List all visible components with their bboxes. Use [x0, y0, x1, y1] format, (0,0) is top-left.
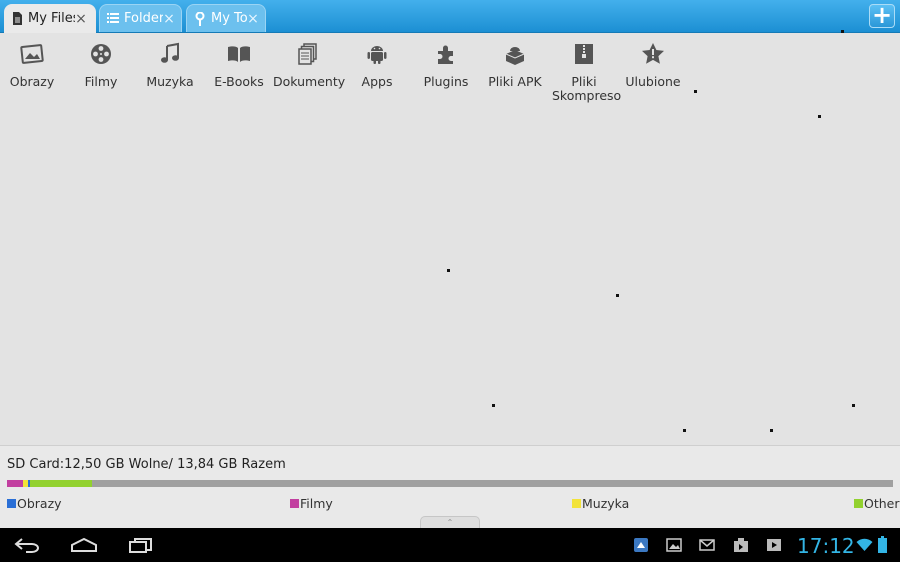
book-icon: [204, 33, 274, 75]
screen-speck: [770, 429, 773, 432]
category-apps[interactable]: Apps: [342, 33, 412, 89]
back-arrow-icon: [14, 538, 39, 553]
category-muzyka[interactable]: Muzyka: [135, 33, 205, 89]
tab-label: Folders: [124, 11, 163, 26]
battery-icon: [878, 536, 887, 557]
category-label: E-Books: [214, 74, 264, 89]
screen-speck: [818, 115, 821, 118]
category-label: Ulubione: [625, 74, 681, 89]
mail-icon[interactable]: [698, 536, 716, 554]
category-label: Plugins: [423, 74, 469, 89]
legend-label: Other: [864, 496, 900, 511]
category-ulubione[interactable]: Ulubione: [618, 33, 688, 89]
music-note-icon: [135, 33, 205, 75]
category-dokumenty[interactable]: Dokumenty: [273, 33, 346, 89]
screen-speck: [841, 30, 844, 33]
close-icon[interactable]: ×: [75, 12, 87, 26]
tab-bar: My Files × Folders × My Tools × +: [0, 0, 900, 33]
category-pliki-apk[interactable]: Pliki APK: [480, 33, 550, 89]
archive-icon: [549, 33, 619, 75]
legend-label: Filmy: [300, 496, 333, 511]
screen-speck: [492, 404, 495, 407]
tab-label: My Files: [28, 11, 75, 26]
home-button[interactable]: [64, 533, 104, 557]
document-icon: [10, 12, 24, 26]
category-ebooks[interactable]: E-Books: [204, 33, 274, 89]
screen-speck: [852, 404, 855, 407]
system-bar: 17:12: [0, 528, 900, 562]
puzzle-icon: [411, 33, 481, 75]
list-icon: [106, 12, 120, 26]
category-label: Pliki APK: [488, 74, 542, 89]
home-icon: [71, 537, 97, 552]
download-icon[interactable]: [732, 536, 750, 554]
wrench-icon: [193, 11, 207, 26]
close-icon[interactable]: ×: [247, 12, 259, 26]
category-row: Obrazy Filmy Muzyka E-Books Dokumenty Ap…: [0, 33, 900, 113]
legend-swatch: [854, 499, 863, 508]
tab-my-files[interactable]: My Files ×: [4, 4, 96, 33]
tab-my-tools[interactable]: My Tools ×: [186, 4, 266, 32]
screenshot-notification-icon[interactable]: [665, 536, 683, 554]
film-reel-icon: [66, 33, 136, 75]
category-plugins[interactable]: Plugins: [411, 33, 481, 89]
legend-filmy: Filmy: [290, 496, 333, 511]
storage-summary: SD Card:12,50 GB Wolne/ 13,84 GB Razem: [7, 457, 286, 472]
storage-panel: SD Card:12,50 GB Wolne/ 13,84 GB Razem O…: [0, 445, 900, 529]
screen-speck: [447, 269, 450, 272]
tab-label: My Tools: [211, 11, 247, 26]
category-label: Filmy: [84, 74, 118, 89]
clock[interactable]: 17:12: [797, 534, 855, 558]
close-icon[interactable]: ×: [163, 12, 175, 26]
legend-swatch: [290, 499, 299, 508]
category-pliki-skompreso[interactable]: Pliki Skompreso: [549, 33, 622, 103]
legend-swatch: [7, 499, 16, 508]
usage-segment-other: [30, 480, 92, 487]
recent-apps-button[interactable]: [120, 533, 160, 557]
legend-muzyka: Muzyka: [572, 496, 629, 511]
screen-speck: [683, 429, 686, 432]
picture-icon: [0, 33, 67, 75]
screen-speck: [694, 90, 697, 93]
tab-folders[interactable]: Folders ×: [99, 4, 182, 32]
back-button[interactable]: [8, 533, 48, 557]
legend-other: Other: [854, 496, 900, 511]
usage-segment-filmy: [7, 480, 23, 487]
category-label: Dokumenty: [273, 74, 346, 89]
usage-segment-muzyka: [23, 480, 28, 487]
category-label: Pliki Skompreso: [552, 74, 622, 103]
category-filmy[interactable]: Filmy: [66, 33, 136, 89]
star-icon: [618, 33, 688, 75]
legend-obrazy: Obrazy: [7, 496, 62, 511]
category-label: Apps: [361, 74, 393, 89]
android-icon: [342, 33, 412, 75]
category-obrazy[interactable]: Obrazy: [0, 33, 67, 89]
legend-label: Muzyka: [582, 496, 630, 511]
media-icon[interactable]: [765, 536, 783, 554]
category-label: Obrazy: [9, 74, 55, 89]
legend-swatch: [572, 499, 581, 508]
category-label: Muzyka: [146, 74, 194, 89]
apk-box-icon: [480, 33, 550, 75]
documents-icon: [273, 33, 343, 75]
legend-label: Obrazy: [17, 496, 62, 511]
app-notification-icon[interactable]: [632, 536, 650, 554]
storage-usage-bar: [7, 480, 893, 487]
add-tab-button[interactable]: +: [869, 3, 895, 28]
recent-apps-icon: [129, 538, 152, 553]
screen-speck: [616, 294, 619, 297]
wifi-icon: [856, 537, 873, 556]
